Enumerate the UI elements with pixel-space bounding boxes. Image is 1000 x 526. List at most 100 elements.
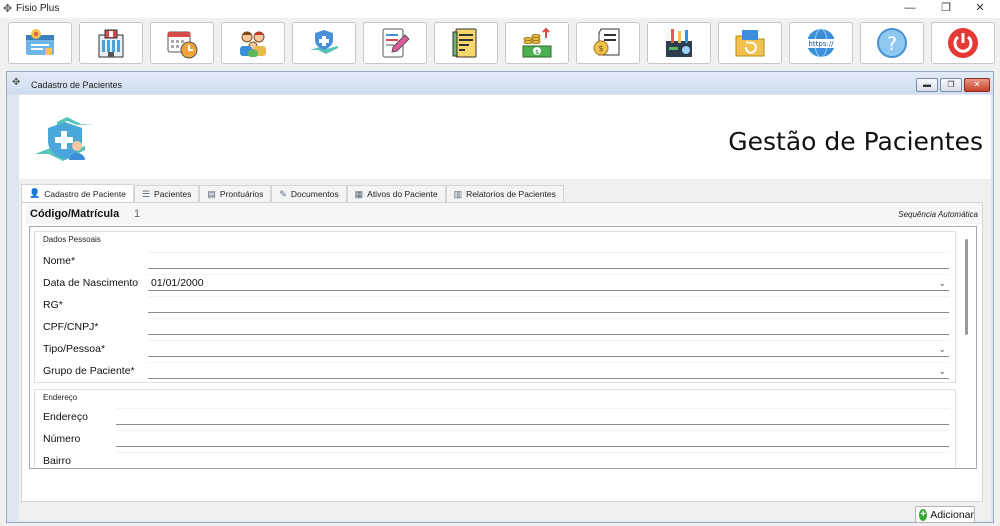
add-button-label: Adicionar <box>930 508 974 521</box>
document-icon: ✎ <box>279 188 287 199</box>
chevron-down-icon[interactable]: ⌄ <box>938 363 946 380</box>
code-row <box>26 203 982 224</box>
patients-window: ✥ Cadastro de Pacientes ▬ ❐ ✕ Gestão de … <box>6 71 994 523</box>
bairro-input[interactable] <box>116 452 949 468</box>
sequence-note: Sequência Automática <box>898 210 978 219</box>
field-row-grupo: Grupo de Paciente* ⌄ <box>43 362 949 380</box>
numero-label: Número <box>43 433 81 445</box>
clinic-building-icon <box>98 29 124 58</box>
tab-panel-cadastro: Código/Matrícula 1 Sequência Automática … <box>21 202 983 502</box>
child-minimize-button[interactable]: ▬ <box>916 78 938 92</box>
add-button[interactable]: + Adicionar <box>915 506 975 523</box>
form-scroll-area: Dados Pessoais Nome* Data de Nascimento … <box>29 226 977 469</box>
toolbar-button-payments[interactable]: $ <box>576 22 640 64</box>
svg-text:?: ? <box>887 33 897 55</box>
family-group-icon <box>240 31 266 57</box>
list-icon: ☰ <box>141 188 151 199</box>
backup-folder-icon <box>735 30 765 57</box>
numero-input[interactable] <box>116 430 949 447</box>
toolbar-button-web[interactable]: https:// <box>789 22 853 64</box>
page-title: Gestão de Pacientes <box>728 127 983 156</box>
tipo-pessoa-select[interactable]: ⌄ <box>148 340 949 357</box>
tab-documentos[interactable]: ✎ Documentos <box>271 185 347 202</box>
svg-text:$: $ <box>535 49 539 56</box>
field-row-tipo-pessoa: Tipo/Pessoa* ⌄ <box>43 340 949 358</box>
child-restore-button[interactable]: ❐ <box>940 78 962 92</box>
address-group: Endereço Endereço Número Bairro <box>34 389 956 468</box>
child-close-button[interactable]: ✕ <box>964 78 990 92</box>
field-row-nascimento: Data de Nascimento 01/01/2000 ⌄ <box>43 274 949 292</box>
close-button[interactable]: ✕ <box>960 0 1000 18</box>
power-exit-icon <box>948 28 978 58</box>
toolbar-button-clinic[interactable] <box>79 22 143 64</box>
folder-icon: ▤ <box>207 188 216 199</box>
hand-shield-icon <box>35 117 95 161</box>
code-value: 1 <box>134 208 141 220</box>
document-pencil-icon <box>382 28 410 58</box>
code-label: Código/Matrícula <box>30 208 120 220</box>
tab-prontuarios[interactable]: ▤ Prontuários <box>199 185 272 202</box>
toolbar-button-exit[interactable] <box>931 22 995 64</box>
personal-data-title: Dados Pessoais <box>43 235 101 244</box>
report-icon: ▥ <box>453 188 463 199</box>
nome-label: Nome* <box>43 255 76 267</box>
app-title: Fisio Plus <box>16 3 60 14</box>
payment-receipt-icon: $ <box>593 28 620 56</box>
help-icon: ? <box>877 28 907 58</box>
endereco-label: Endereço <box>43 411 88 423</box>
nome-input[interactable] <box>148 252 949 269</box>
scrollbar-thumb[interactable] <box>965 239 968 335</box>
chevron-down-icon[interactable]: ⌄ <box>938 275 946 292</box>
rg-label: RG* <box>43 299 63 311</box>
tab-bar: 👤 Cadastro de Paciente ☰ Pacientes ▤ Prontu… <box>21 184 564 202</box>
field-row-nome: Nome* <box>43 252 949 270</box>
nascimento-value: 01/01/2000 <box>151 277 204 289</box>
toolbar-button-patient-card[interactable] <box>8 22 72 64</box>
endereco-input[interactable] <box>116 408 949 425</box>
tools-settings-icon <box>666 29 692 57</box>
tab-pacientes[interactable]: ☰ Pacientes <box>133 185 200 202</box>
toolbar-button-reports[interactable] <box>434 22 498 64</box>
toolbar-button-help[interactable]: ? <box>860 22 924 64</box>
patient-card-icon <box>26 29 54 55</box>
toolbar-button-finance[interactable]: $ <box>505 22 569 64</box>
toolbar-button-schedule[interactable] <box>150 22 214 64</box>
personal-data-group: Dados Pessoais Nome* Data de Nascimento … <box>34 231 956 383</box>
svg-text:https://: https:// <box>808 40 834 48</box>
nascimento-date-picker[interactable]: 01/01/2000 ⌄ <box>148 274 949 291</box>
child-content: Gestão de Pacientes 👤 Cadastro de Pacient… <box>19 95 991 523</box>
field-row-bairro: Bairro <box>43 452 949 468</box>
toolbar-button-backup[interactable] <box>718 22 782 64</box>
nascimento-label: Data de Nascimento <box>43 277 139 289</box>
calendar-clock-icon <box>167 31 198 59</box>
bairro-label: Bairro <box>43 455 72 467</box>
https-globe-icon: https:// <box>806 28 836 58</box>
field-row-rg: RG* <box>43 296 949 314</box>
vertical-scrollbar[interactable] <box>962 231 972 463</box>
tab-cadastro-de-paciente[interactable]: 👤 Cadastro de Paciente <box>21 184 134 202</box>
svg-text:$: $ <box>598 44 603 53</box>
main-toolbar: $ $ https:// ? <box>0 22 1000 66</box>
grupo-select[interactable]: ⌄ <box>148 362 949 379</box>
app-titlebar: ✥ Fisio Plus — ❐ ✕ <box>0 0 1000 18</box>
hand-shield-icon <box>310 30 338 54</box>
tab-ativos-do-paciente[interactable]: ▦ Ativos do Paciente <box>346 185 446 202</box>
assets-icon: ▦ <box>354 188 364 199</box>
report-paper-icon <box>452 28 477 58</box>
toolbar-button-records[interactable] <box>363 22 427 64</box>
money-cash-icon: $ <box>522 27 552 58</box>
fisio-app-icon: ✥ <box>12 77 21 88</box>
cpf-label: CPF/CNPJ* <box>43 321 99 333</box>
minimize-button[interactable]: — <box>890 0 930 18</box>
cpf-input[interactable] <box>148 318 949 335</box>
field-row-endereco: Endereço <box>43 408 949 426</box>
fisio-app-icon: ✥ <box>3 3 13 15</box>
toolbar-button-care[interactable] <box>292 22 356 64</box>
tab-relatorios-de-pacientes[interactable]: ▥ Relatorios de Pacientes <box>445 185 564 202</box>
grupo-label: Grupo de Paciente* <box>43 365 135 377</box>
toolbar-button-settings[interactable] <box>647 22 711 64</box>
chevron-down-icon[interactable]: ⌄ <box>938 341 946 358</box>
child-window-title: Cadastro de Pacientes <box>31 80 123 90</box>
toolbar-button-patients[interactable] <box>221 22 285 64</box>
rg-input[interactable] <box>148 296 949 313</box>
